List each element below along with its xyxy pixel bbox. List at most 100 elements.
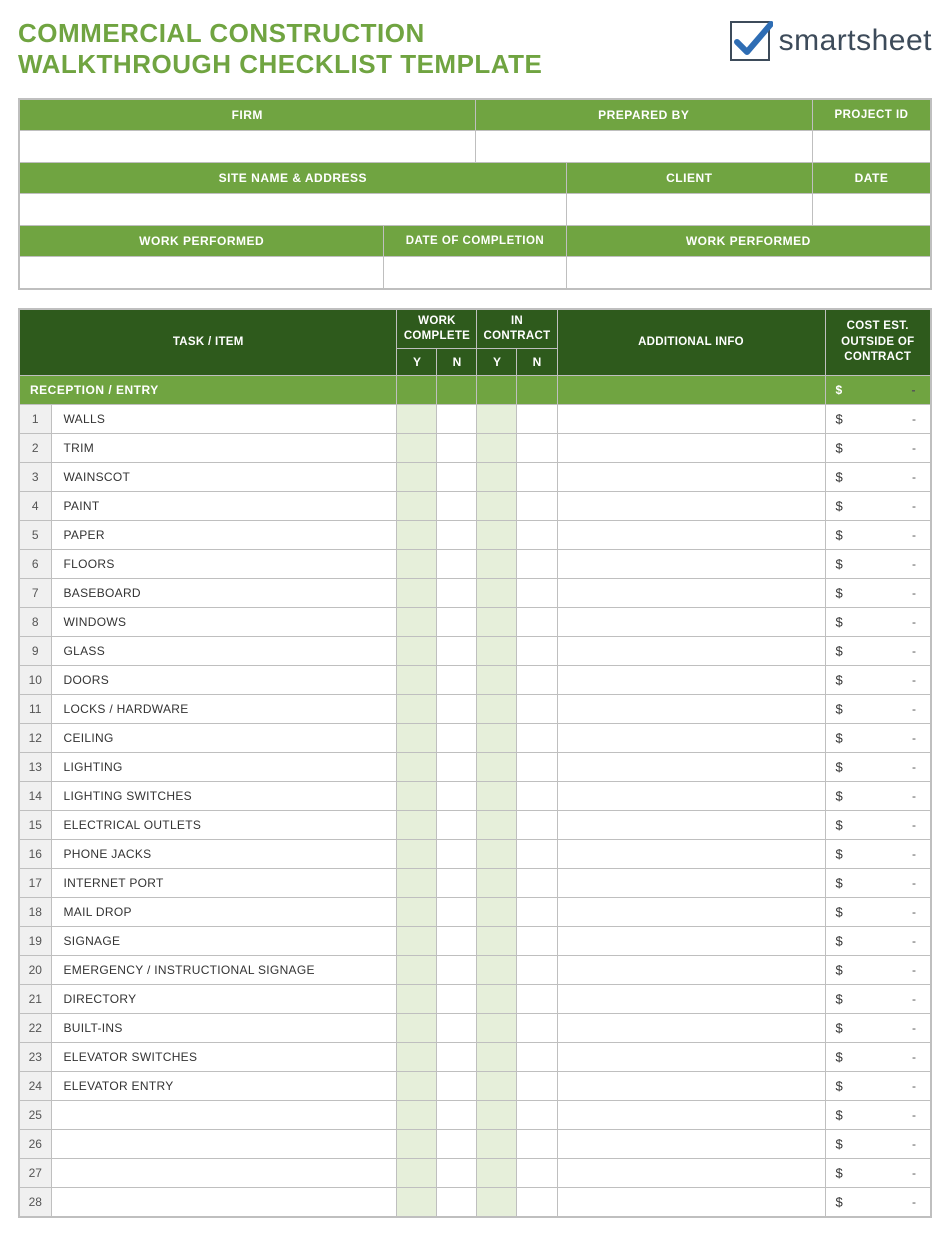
- wc-n-cell[interactable]: [437, 868, 477, 897]
- wc-n-cell[interactable]: [437, 955, 477, 984]
- cost-cell[interactable]: $-: [825, 810, 931, 839]
- additional-cell[interactable]: [557, 810, 825, 839]
- wc-n-cell[interactable]: [437, 491, 477, 520]
- wc-y-cell[interactable]: [397, 781, 437, 810]
- preparedby-value[interactable]: [475, 131, 812, 163]
- cost-cell[interactable]: $-: [825, 636, 931, 665]
- additional-cell[interactable]: [557, 607, 825, 636]
- wc-n-cell[interactable]: [437, 1042, 477, 1071]
- ic-y-cell[interactable]: [477, 1100, 517, 1129]
- wc-y-cell[interactable]: [397, 1158, 437, 1187]
- ic-n-cell[interactable]: [517, 491, 557, 520]
- ic-y-cell[interactable]: [477, 752, 517, 781]
- ic-n-cell[interactable]: [517, 781, 557, 810]
- wc-y-cell[interactable]: [397, 868, 437, 897]
- wc-y-cell[interactable]: [397, 1013, 437, 1042]
- ic-n-cell[interactable]: [517, 549, 557, 578]
- wc-n-cell[interactable]: [437, 1187, 477, 1217]
- ic-y-cell[interactable]: [477, 1187, 517, 1217]
- ic-n-cell[interactable]: [517, 462, 557, 491]
- ic-y-cell[interactable]: [477, 868, 517, 897]
- wc-y-cell[interactable]: [397, 984, 437, 1013]
- cost-cell[interactable]: $-: [825, 1158, 931, 1187]
- wc-n-cell[interactable]: [437, 404, 477, 433]
- ic-n-cell[interactable]: [517, 1158, 557, 1187]
- ic-n-cell[interactable]: [517, 984, 557, 1013]
- ic-n-cell[interactable]: [517, 607, 557, 636]
- date-value[interactable]: [812, 194, 931, 226]
- wc-y-cell[interactable]: [397, 723, 437, 752]
- cost-cell[interactable]: $-: [825, 1042, 931, 1071]
- additional-cell[interactable]: [557, 926, 825, 955]
- wc-n-cell[interactable]: [437, 781, 477, 810]
- ic-y-cell[interactable]: [477, 520, 517, 549]
- datecompletion-value[interactable]: [384, 257, 566, 289]
- ic-n-cell[interactable]: [517, 665, 557, 694]
- wc-y-cell[interactable]: [397, 491, 437, 520]
- ic-y-cell[interactable]: [477, 1158, 517, 1187]
- wc-n-cell[interactable]: [437, 665, 477, 694]
- ic-n-cell[interactable]: [517, 1100, 557, 1129]
- wc-y-cell[interactable]: [397, 839, 437, 868]
- wc-n-cell[interactable]: [437, 549, 477, 578]
- wc-n-cell[interactable]: [437, 752, 477, 781]
- ic-y-cell[interactable]: [477, 810, 517, 839]
- wc-n-cell[interactable]: [437, 1129, 477, 1158]
- additional-cell[interactable]: [557, 1013, 825, 1042]
- workperformed-r-value[interactable]: [566, 257, 931, 289]
- additional-cell[interactable]: [557, 868, 825, 897]
- ic-y-cell[interactable]: [477, 694, 517, 723]
- additional-cell[interactable]: [557, 694, 825, 723]
- cost-cell[interactable]: $-: [825, 462, 931, 491]
- wc-n-cell[interactable]: [437, 462, 477, 491]
- wc-n-cell[interactable]: [437, 520, 477, 549]
- wc-y-cell[interactable]: [397, 810, 437, 839]
- cost-cell[interactable]: $-: [825, 1071, 931, 1100]
- wc-n-cell[interactable]: [437, 1013, 477, 1042]
- ic-y-cell[interactable]: [477, 723, 517, 752]
- ic-y-cell[interactable]: [477, 1071, 517, 1100]
- ic-y-cell[interactable]: [477, 433, 517, 462]
- ic-n-cell[interactable]: [517, 723, 557, 752]
- wc-y-cell[interactable]: [397, 549, 437, 578]
- ic-y-cell[interactable]: [477, 462, 517, 491]
- wc-y-cell[interactable]: [397, 1129, 437, 1158]
- wc-n-cell[interactable]: [437, 1158, 477, 1187]
- wc-y-cell[interactable]: [397, 1100, 437, 1129]
- cost-cell[interactable]: $-: [825, 723, 931, 752]
- wc-y-cell[interactable]: [397, 926, 437, 955]
- additional-cell[interactable]: [557, 491, 825, 520]
- additional-cell[interactable]: [557, 955, 825, 984]
- wc-y-cell[interactable]: [397, 433, 437, 462]
- cost-cell[interactable]: $-: [825, 491, 931, 520]
- additional-cell[interactable]: [557, 897, 825, 926]
- additional-cell[interactable]: [557, 1042, 825, 1071]
- ic-n-cell[interactable]: [517, 955, 557, 984]
- cost-cell[interactable]: $-: [825, 549, 931, 578]
- wc-n-cell[interactable]: [437, 1100, 477, 1129]
- ic-n-cell[interactable]: [517, 868, 557, 897]
- cost-cell[interactable]: $-: [825, 1187, 931, 1217]
- ic-y-cell[interactable]: [477, 984, 517, 1013]
- ic-n-cell[interactable]: [517, 520, 557, 549]
- additional-cell[interactable]: [557, 636, 825, 665]
- cost-cell[interactable]: $-: [825, 955, 931, 984]
- additional-cell[interactable]: [557, 839, 825, 868]
- wc-y-cell[interactable]: [397, 955, 437, 984]
- ic-n-cell[interactable]: [517, 897, 557, 926]
- additional-cell[interactable]: [557, 462, 825, 491]
- cost-cell[interactable]: $-: [825, 984, 931, 1013]
- ic-n-cell[interactable]: [517, 1187, 557, 1217]
- ic-y-cell[interactable]: [477, 839, 517, 868]
- ic-y-cell[interactable]: [477, 636, 517, 665]
- additional-cell[interactable]: [557, 404, 825, 433]
- cost-cell[interactable]: $-: [825, 404, 931, 433]
- cost-cell[interactable]: $-: [825, 1129, 931, 1158]
- wc-y-cell[interactable]: [397, 1042, 437, 1071]
- cost-cell[interactable]: $-: [825, 578, 931, 607]
- cost-cell[interactable]: $-: [825, 1013, 931, 1042]
- wc-y-cell[interactable]: [397, 520, 437, 549]
- wc-n-cell[interactable]: [437, 839, 477, 868]
- cost-cell[interactable]: $-: [825, 607, 931, 636]
- wc-n-cell[interactable]: [437, 926, 477, 955]
